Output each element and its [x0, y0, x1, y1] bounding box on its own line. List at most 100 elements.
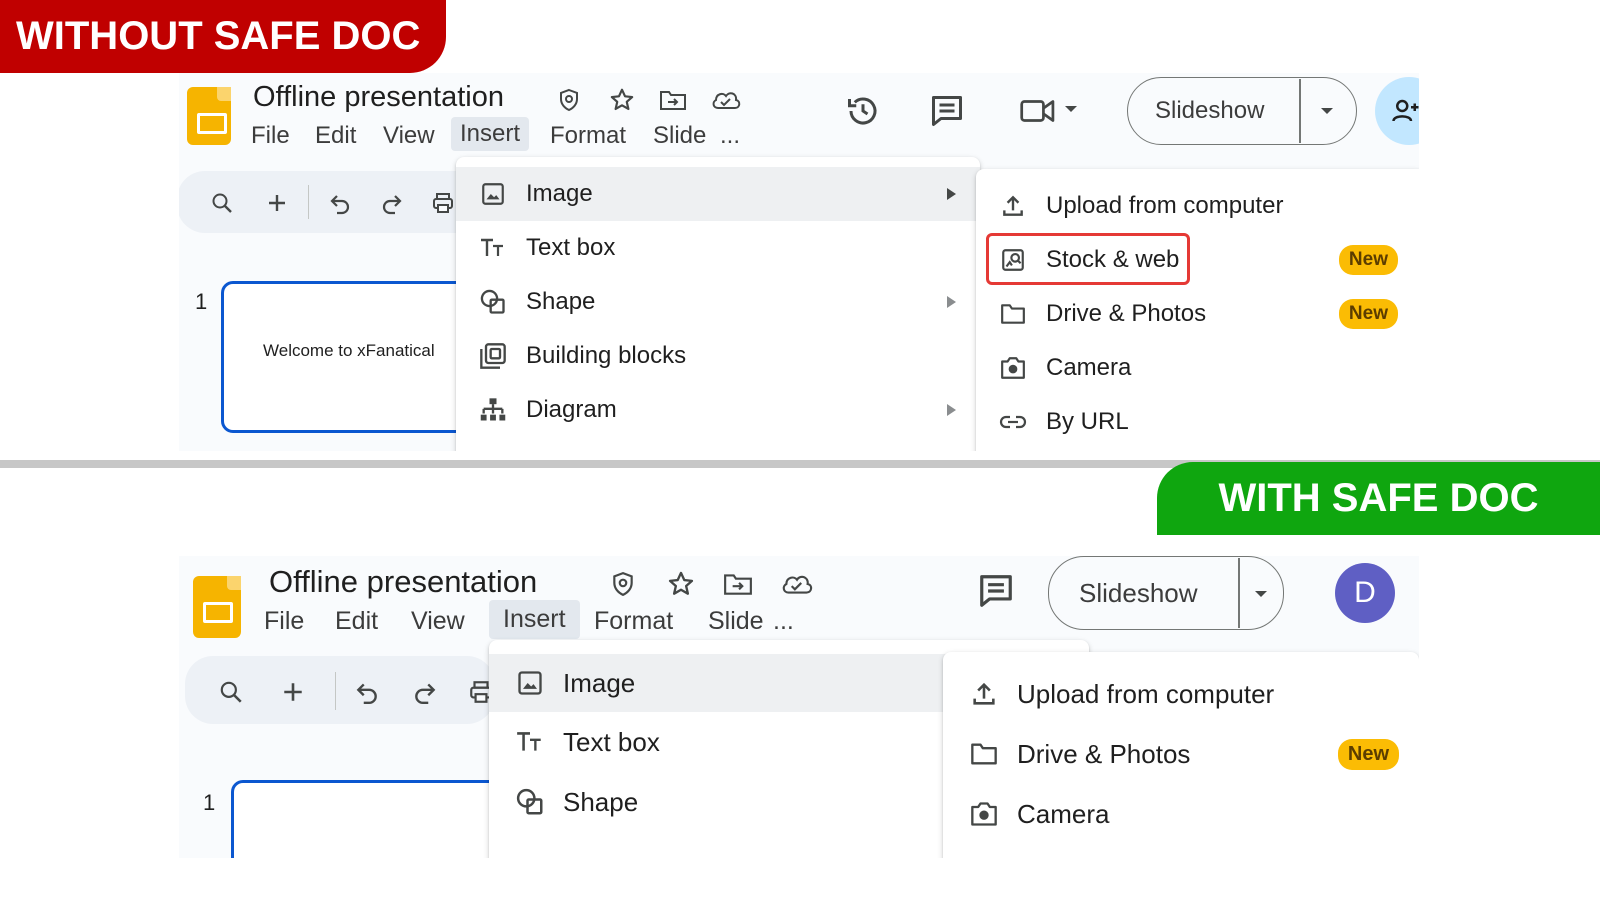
star-icon[interactable]: [665, 568, 697, 600]
slide-number: 1: [195, 289, 208, 314]
shield-icon[interactable]: [607, 568, 639, 600]
screenshot-without-safe-doc: Offline presentation File Edit View Inse…: [179, 73, 1419, 451]
menu-format[interactable]: Format: [585, 604, 682, 639]
shield-icon[interactable]: [554, 85, 584, 115]
new-slide-icon[interactable]: [262, 188, 292, 218]
comments-icon[interactable]: [927, 91, 967, 131]
submenu-item-label: Camera: [1017, 798, 1110, 829]
folder-icon: [969, 739, 999, 769]
upload-icon: [969, 679, 999, 709]
menu-item-shape[interactable]: Shape: [456, 275, 980, 329]
meet-dropdown-icon[interactable]: [1063, 101, 1079, 117]
submenu-item-camera[interactable]: Camera: [943, 784, 1419, 844]
share-button[interactable]: [1375, 77, 1419, 145]
submenu-item-label: Drive & Photos: [1017, 738, 1191, 769]
building-blocks-icon: [478, 341, 508, 371]
toolbar-separator: [308, 185, 309, 219]
comments-icon[interactable]: [975, 570, 1017, 612]
new-badge: New: [1338, 245, 1398, 275]
submenu-item-drive-photos[interactable]: Drive & Photos New: [943, 724, 1419, 784]
folder-icon: [998, 299, 1028, 329]
image-icon: [515, 668, 545, 698]
diagram-icon: [478, 395, 508, 425]
submenu-arrow-icon: [947, 188, 956, 200]
toolbar-separator: [335, 672, 336, 710]
menu-item-label: Shape: [526, 288, 596, 315]
submenu-item-drive-photos[interactable]: Drive & Photos New: [976, 287, 1419, 341]
undo-icon[interactable]: [351, 676, 383, 708]
menu-item-label: Text box: [526, 234, 616, 261]
menu-file[interactable]: File: [242, 119, 299, 153]
menu-insert[interactable]: Insert: [489, 600, 580, 639]
menu-item-label: Shape: [563, 786, 639, 817]
image-submenu: Upload from computer Drive & Photos New …: [943, 652, 1419, 858]
new-badge: New: [1337, 738, 1399, 770]
slideshow-dropdown-icon[interactable]: [1251, 586, 1271, 602]
upload-icon: [998, 191, 1028, 221]
menu-slide[interactable]: Slide: [699, 604, 773, 639]
new-badge: New: [1338, 299, 1398, 329]
menu-view[interactable]: View: [402, 604, 474, 639]
meet-camera-icon[interactable]: [1017, 91, 1059, 131]
submenu-arrow-icon: [947, 404, 956, 416]
menu-more[interactable]: ...: [711, 119, 749, 153]
menu-item-label: Diagram: [526, 396, 617, 423]
menu-item-label: Text box: [563, 726, 660, 757]
menu-item-label: Image: [563, 667, 636, 698]
submenu-item-label: Upload from computer: [1046, 192, 1284, 219]
menu-item-diagram[interactable]: Diagram: [456, 383, 980, 437]
slideshow-button[interactable]: Slideshow: [1079, 578, 1198, 609]
slideshow-divider: [1238, 558, 1240, 628]
redo-icon[interactable]: [409, 676, 441, 708]
image-icon: [478, 179, 508, 209]
slideshow-divider: [1299, 79, 1301, 143]
submenu-item-upload[interactable]: Upload from computer: [943, 664, 1419, 724]
menu-edit[interactable]: Edit: [326, 604, 387, 639]
print-icon[interactable]: [428, 188, 458, 218]
move-to-folder-icon[interactable]: [657, 85, 689, 115]
menu-edit[interactable]: Edit: [306, 119, 365, 153]
star-icon[interactable]: [607, 85, 637, 115]
move-to-folder-icon[interactable]: [721, 568, 755, 600]
cloud-saved-icon[interactable]: [709, 85, 743, 115]
menu-item-text-box[interactable]: Text box: [456, 221, 980, 275]
without-safe-doc-label: WITHOUT SAFE DOC: [0, 0, 446, 73]
submenu-item-label: By URL: [1046, 408, 1129, 435]
menu-file[interactable]: File: [255, 604, 313, 639]
document-title[interactable]: Offline presentation: [269, 564, 537, 600]
redo-icon[interactable]: [377, 188, 407, 218]
shape-icon: [515, 787, 545, 817]
camera-icon: [969, 799, 999, 829]
text-box-icon: [478, 233, 508, 263]
slideshow-dropdown-icon[interactable]: [1317, 103, 1337, 119]
shape-icon: [478, 287, 508, 317]
with-safe-doc-label: WITH SAFE DOC: [1157, 462, 1600, 535]
submenu-item-by-url[interactable]: By URL: [976, 395, 1419, 449]
link-icon: [998, 407, 1028, 437]
submenu-item-camera[interactable]: Camera: [976, 341, 1419, 395]
user-avatar[interactable]: D: [1335, 563, 1395, 623]
menu-item-label: Building blocks: [526, 342, 687, 369]
slides-logo-icon[interactable]: [187, 87, 231, 145]
menu-slide[interactable]: Slide: [644, 119, 715, 153]
version-history-icon[interactable]: [843, 91, 883, 131]
menu-item-building-blocks[interactable]: Building blocks: [456, 329, 980, 383]
menu-more[interactable]: ...: [764, 604, 803, 639]
slides-logo-icon[interactable]: [193, 576, 241, 638]
cloud-saved-icon[interactable]: [779, 568, 815, 600]
screenshot-with-safe-doc: Offline presentation File Edit View Inse…: [179, 556, 1419, 858]
menu-item-image[interactable]: Image: [456, 167, 980, 221]
menu-format[interactable]: Format: [541, 119, 635, 153]
menu-insert[interactable]: Insert: [451, 117, 530, 151]
menu-view[interactable]: View: [374, 119, 444, 153]
submenu-item-upload[interactable]: Upload from computer: [976, 179, 1419, 233]
undo-icon[interactable]: [325, 188, 355, 218]
search-icon[interactable]: [215, 676, 247, 708]
submenu-item-label: Drive & Photos: [1046, 300, 1207, 327]
new-slide-icon[interactable]: [277, 676, 309, 708]
slideshow-button[interactable]: Slideshow: [1155, 97, 1264, 125]
slide-number: 1: [203, 790, 216, 815]
image-submenu: Upload from computer Stock & web New Dri…: [976, 169, 1419, 451]
document-title[interactable]: Offline presentation: [253, 81, 504, 114]
search-icon[interactable]: [207, 188, 237, 218]
